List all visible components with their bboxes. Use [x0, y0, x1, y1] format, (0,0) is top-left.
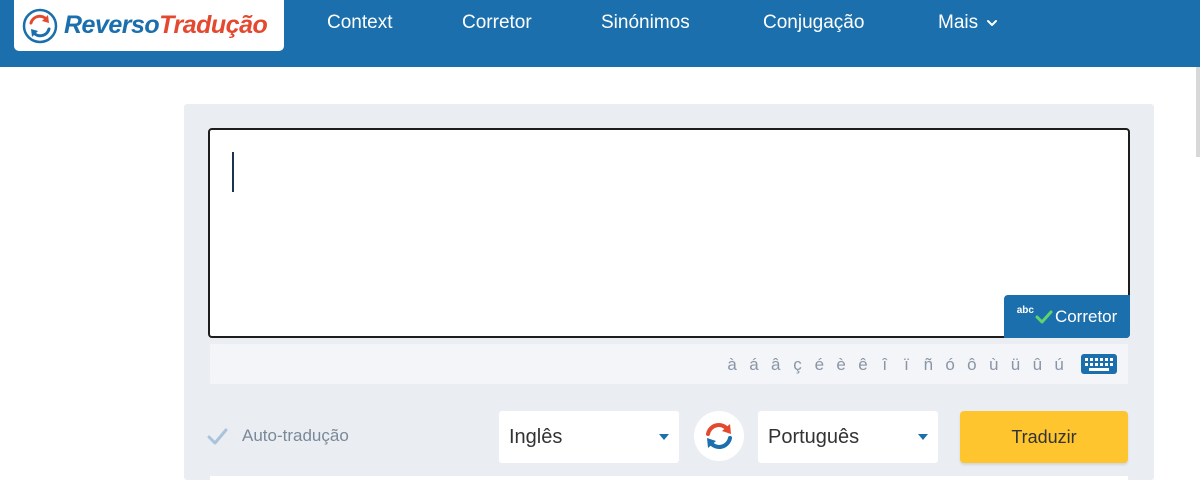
accent-char[interactable]: ú: [1048, 355, 1070, 375]
keyboard-icon[interactable]: [1080, 353, 1118, 375]
accent-char[interactable]: ô: [961, 355, 983, 375]
auto-translate-checkbox[interactable]: [206, 426, 228, 448]
translate-button[interactable]: Traduzir: [960, 411, 1128, 463]
accent-char[interactable]: è: [830, 355, 852, 375]
accent-char[interactable]: ó: [939, 355, 961, 375]
chevron-down-icon: [659, 434, 669, 440]
swap-languages-icon: [706, 423, 732, 449]
logo-text-part2: Tradução: [159, 11, 268, 39]
accent-char[interactable]: â: [765, 355, 787, 375]
accent-characters: à á â ç é è ê î ï ñ ó ô ù ü û ú: [721, 355, 1070, 375]
source-language-value: Inglês: [509, 426, 563, 448]
accent-bar: à á â ç é è ê î ï ñ ó ô ù ü û ú: [210, 344, 1128, 384]
divider: [210, 476, 1128, 480]
reverso-swap-logo-icon: [22, 8, 58, 43]
translation-panel: abc Corretor à á â ç é è ê î ï ñ ó ô ù ü…: [184, 104, 1154, 480]
accent-char[interactable]: û: [1026, 355, 1048, 375]
accent-char[interactable]: é: [808, 355, 830, 375]
nav-conjugacao[interactable]: Conjugação: [763, 12, 864, 34]
scrollbar[interactable]: [1196, 67, 1200, 157]
logo[interactable]: ReversoTradução: [14, 0, 284, 51]
nav-context[interactable]: Context: [327, 12, 392, 34]
source-text-input[interactable]: [210, 130, 1128, 336]
accent-char[interactable]: ï: [896, 355, 918, 375]
chevron-down-icon: [918, 434, 928, 440]
corretor-label: Corretor: [1054, 306, 1118, 326]
accent-char[interactable]: ü: [1005, 355, 1027, 375]
accent-char[interactable]: î: [874, 355, 896, 375]
logo-text: ReversoTradução: [64, 11, 268, 40]
accent-char[interactable]: ù: [983, 355, 1005, 375]
source-language-select[interactable]: Inglês: [499, 411, 679, 463]
accent-char[interactable]: ñ: [917, 355, 939, 375]
chevron-down-icon: [987, 20, 998, 26]
accent-char[interactable]: à: [721, 355, 743, 375]
nav-mais-label: Mais: [938, 12, 979, 33]
top-header: ReversoTradução Context Corretor Sinónim…: [0, 0, 1200, 67]
nav-mais[interactable]: Mais: [938, 12, 998, 34]
nav-corretor[interactable]: Corretor: [462, 12, 532, 34]
accent-char[interactable]: á: [743, 355, 765, 375]
swap-languages-button[interactable]: [694, 411, 744, 461]
auto-translate-label[interactable]: Auto-tradução: [242, 426, 349, 446]
nav-sinonimos[interactable]: Sinónimos: [601, 12, 690, 34]
corretor-button[interactable]: abc Corretor: [1004, 295, 1130, 338]
corretor-abc: abc: [1016, 305, 1034, 316]
accent-char[interactable]: ç: [787, 355, 809, 375]
accent-char[interactable]: ê: [852, 355, 874, 375]
target-language-value: Português: [768, 426, 860, 448]
source-text-box: abc Corretor: [208, 128, 1130, 338]
target-language-select[interactable]: Português: [758, 411, 938, 463]
logo-text-part1: Reverso: [64, 11, 160, 39]
checkmark-icon: [1035, 310, 1053, 323]
